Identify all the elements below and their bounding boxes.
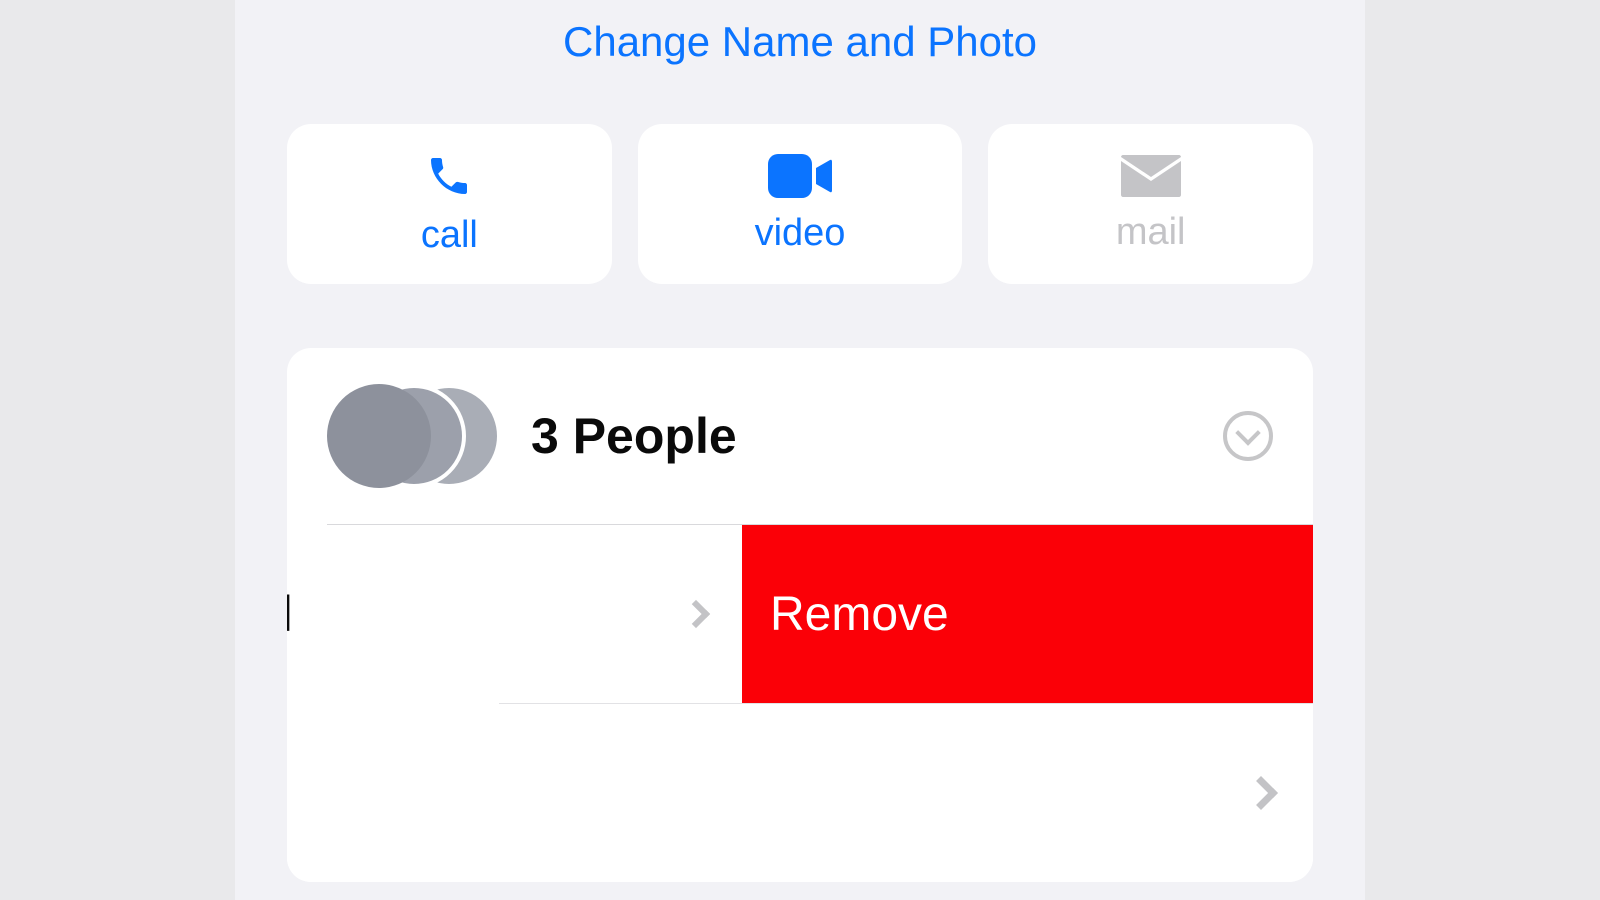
chevron-right-icon bbox=[1244, 776, 1278, 810]
group-avatar-icon bbox=[327, 384, 431, 488]
group-details-screen: Change Name and Photo call video bbox=[235, 0, 1365, 900]
member-row-swiped[interactable]: l Remove bbox=[287, 525, 1313, 703]
expand-toggle[interactable] bbox=[1223, 411, 1273, 461]
call-label: call bbox=[421, 214, 478, 257]
member-name-fragment: l bbox=[287, 585, 293, 643]
people-count-row[interactable]: 3 People bbox=[287, 348, 1313, 524]
member-row-content[interactable]: l bbox=[287, 525, 742, 703]
chevron-right-icon bbox=[682, 600, 710, 628]
video-label: video bbox=[755, 212, 846, 255]
chevron-down-icon bbox=[1235, 420, 1260, 445]
avatar-stack bbox=[327, 384, 507, 488]
video-icon bbox=[768, 154, 832, 198]
mail-label: mail bbox=[1116, 211, 1186, 254]
member-row[interactable] bbox=[287, 704, 1313, 882]
members-section: 3 People l Remove bbox=[287, 348, 1313, 882]
video-button[interactable]: video bbox=[638, 124, 963, 284]
mail-button: mail bbox=[988, 124, 1313, 284]
call-button[interactable]: call bbox=[287, 124, 612, 284]
phone-icon bbox=[425, 152, 473, 200]
contact-actions-row: call video mail bbox=[235, 124, 1365, 284]
people-count-label: 3 People bbox=[531, 407, 737, 465]
change-name-photo-label: Change Name and Photo bbox=[563, 18, 1037, 65]
mail-icon bbox=[1121, 155, 1181, 197]
change-name-photo-link[interactable]: Change Name and Photo bbox=[235, 0, 1365, 94]
remove-label: Remove bbox=[770, 587, 949, 642]
remove-button[interactable]: Remove bbox=[742, 525, 1313, 703]
